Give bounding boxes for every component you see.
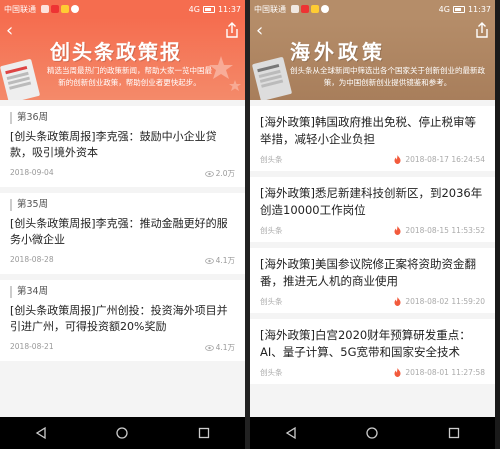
newspaper-illustration [0, 58, 41, 100]
list-item[interactable]: 第36周 [创头条政策周报]李克强：鼓励中小企业贷款，吸引境外资本 2018-0… [0, 106, 245, 187]
list-item[interactable]: 第34周 [创头条政策周报]广州创投：投资海外项目并引进广州，可得投资额20%奖… [0, 280, 245, 361]
signal-label: 4G [188, 4, 200, 14]
nav-back-icon[interactable] [34, 426, 48, 440]
item-title[interactable]: [创头条政策周报]广州创投：投资海外项目并引进广州，可得投资额20%奖励 [10, 303, 235, 335]
android-nav-bar [250, 417, 495, 449]
fire-icon [394, 226, 401, 235]
notification-icon [291, 5, 299, 13]
item-title[interactable]: [创头条政策周报]李克强：推动金融更好的服务小微企业 [10, 216, 235, 248]
item-datetime: 2018-08-01 11:27:58 [405, 368, 485, 377]
item-date: 2018-08-28 [10, 255, 54, 264]
item-source: 创头条 [260, 155, 283, 164]
list-item[interactable]: [海外政策]悉尼新建科技创新区，到2036年创造10000工作岗位 创头条 20… [250, 177, 495, 242]
notification-icon [301, 5, 309, 13]
status-bar: 中国联通 4G 11:37 [0, 0, 245, 18]
battery-icon [202, 5, 215, 13]
fire-icon [394, 155, 401, 164]
right-screen: 中国联通 4G 11:37 ‹ 海外政策 创头条从全球新闻中筛选出各个国家关于创… [250, 0, 495, 449]
fire-icon [394, 368, 401, 377]
android-nav-bar [0, 417, 245, 449]
notification-icons [41, 5, 79, 13]
nav-back-icon[interactable] [284, 426, 298, 440]
overseas-policy-list: [海外政策]韩国政府推出免税、停止税审等举措，减轻小企业负担 创头条 2018-… [250, 100, 495, 417]
banner-description: 精选当周最热门的政策新闻，帮助大家一览中国最新的创新创业政策，帮助创业者更快起步… [47, 66, 212, 87]
item-datetime: 2018-08-02 11:59:20 [405, 297, 485, 306]
clock: 11:37 [467, 4, 491, 14]
carrier-label: 中国联通 [254, 4, 286, 14]
item-title[interactable]: [海外政策]韩国政府推出免税、停止税审等举措，减轻小企业负担 [260, 114, 485, 148]
view-count: 4.1万 [215, 343, 235, 352]
nav-recent-icon[interactable] [197, 426, 211, 440]
week-label: 第36周 [10, 112, 235, 124]
item-title[interactable]: [海外政策]美国参议院修正案将资助资金翻番，推进无人机的商业使用 [260, 256, 485, 290]
notification-icon [71, 5, 79, 13]
notification-icon [51, 5, 59, 13]
banner-description: 创头条从全球新闻中筛选出各个国家关于创新创业的最新政策，为中国创新创业提供镜鉴和… [290, 66, 485, 87]
clock: 11:37 [217, 4, 241, 14]
banner-title: 海外政策 [290, 40, 386, 64]
weekly-report-list: 第36周 [创头条政策周报]李克强：鼓励中小企业贷款，吸引境外资本 2018-0… [0, 100, 245, 417]
eye-icon [204, 170, 214, 177]
header-banner: ‹ 创头条政策报 精选当周最热门的政策新闻，帮助大家一览中国最新的创新创业政策，… [0, 18, 245, 100]
view-count: 4.1万 [215, 256, 235, 265]
notification-icon [311, 5, 319, 13]
item-title[interactable]: [海外政策]悉尼新建科技创新区，到2036年创造10000工作岗位 [260, 185, 485, 219]
week-label: 第35周 [10, 199, 235, 211]
item-title[interactable]: [海外政策]白宫2020财年预算研发重点：AI、量子计算、5G宽带和国家安全技术 [260, 327, 485, 361]
carrier-label: 中国联通 [4, 4, 36, 14]
nav-home-icon[interactable] [115, 426, 129, 440]
item-date: 2018-08-21 [10, 342, 54, 351]
nav-recent-icon[interactable] [447, 426, 461, 440]
item-source: 创头条 [260, 226, 283, 235]
view-count: 2.0万 [215, 169, 235, 178]
signal-label: 4G [438, 4, 450, 14]
newspaper-illustration [251, 56, 293, 100]
list-item[interactable]: [海外政策]白宫2020财年预算研发重点：AI、量子计算、5G宽带和国家安全技术… [250, 319, 495, 384]
header-banner: ‹ 海外政策 创头条从全球新闻中筛选出各个国家关于创新创业的最新政策，为中国创新… [250, 18, 495, 100]
status-bar: 中国联通 4G 11:37 [250, 0, 495, 18]
item-source: 创头条 [260, 368, 283, 377]
item-datetime: 2018-08-15 11:53:52 [405, 226, 485, 235]
week-label: 第34周 [10, 286, 235, 298]
notification-icons [291, 5, 329, 13]
battery-icon [452, 5, 465, 13]
list-item[interactable]: 第35周 [创头条政策周报]李克强：推动金融更好的服务小微企业 2018-08-… [0, 193, 245, 274]
star-decoration [209, 56, 241, 91]
item-datetime: 2018-08-17 16:24:54 [405, 155, 485, 164]
back-arrow-icon[interactable]: ‹ [256, 22, 263, 40]
item-source: 创头条 [260, 297, 283, 306]
nav-home-icon[interactable] [365, 426, 379, 440]
item-title[interactable]: [创头条政策周报]李克强：鼓励中小企业贷款，吸引境外资本 [10, 129, 235, 161]
notification-icon [61, 5, 69, 13]
eye-icon [204, 344, 214, 351]
eye-icon [204, 257, 214, 264]
list-item[interactable]: [海外政策]美国参议院修正案将资助资金翻番，推进无人机的商业使用 创头条 201… [250, 248, 495, 313]
back-arrow-icon[interactable]: ‹ [6, 22, 13, 40]
notification-icon [41, 5, 49, 13]
notification-icon [321, 5, 329, 13]
item-date: 2018-09-04 [10, 168, 54, 177]
fire-icon [394, 297, 401, 306]
left-screen: 中国联通 4G 11:37 ‹ 创头条政策报 精选当周最热门的政策新闻，帮助大家… [0, 0, 245, 449]
list-item[interactable]: [海外政策]韩国政府推出免税、停止税审等举措，减轻小企业负担 创头条 2018-… [250, 106, 495, 171]
